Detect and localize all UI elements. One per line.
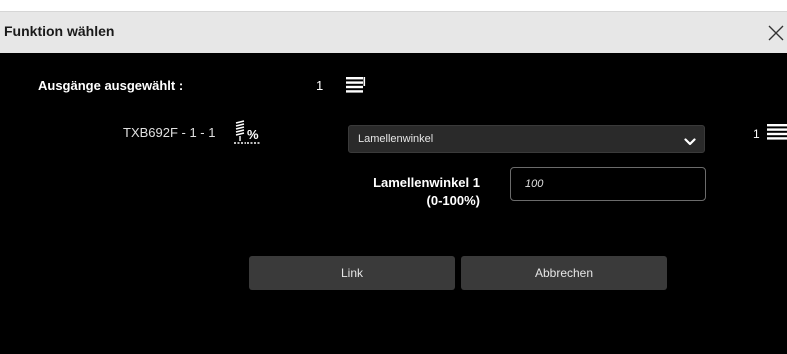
device-name: TXB692F - 1 - 1	[123, 125, 216, 140]
function-select[interactable]: Lamellenwinkel	[348, 125, 705, 153]
close-icon[interactable]	[766, 23, 786, 43]
blinds-icon	[345, 76, 367, 101]
cancel-button[interactable]: Abbrechen	[461, 256, 667, 290]
output-count: 1	[753, 127, 760, 141]
parameter-label-name: Lamellenwinkel 1	[373, 175, 480, 190]
blinds-icon	[766, 123, 787, 148]
blinds-percent-icon: %	[234, 120, 264, 153]
slat-angle-input[interactable]	[510, 167, 706, 201]
top-strip	[0, 0, 787, 11]
svg-text:%: %	[247, 127, 259, 142]
link-button[interactable]: Link	[249, 256, 455, 290]
dialog-title: Funktion wählen	[4, 23, 115, 39]
parameter-label-range: (0-100%)	[426, 193, 480, 208]
chevron-down-icon	[684, 134, 696, 152]
dialog-body: Ausgänge ausgewählt : 1 TXB692F - 1 - 1 …	[0, 53, 787, 354]
selected-outputs-count: 1	[316, 78, 324, 93]
selected-outputs-label: Ausgänge ausgewählt :	[38, 78, 184, 93]
function-select-value: Lamellenwinkel	[358, 133, 434, 145]
dialog-titlebar: Funktion wählen	[0, 11, 787, 53]
parameter-label: Lamellenwinkel 1 (0-100%)	[340, 174, 480, 210]
